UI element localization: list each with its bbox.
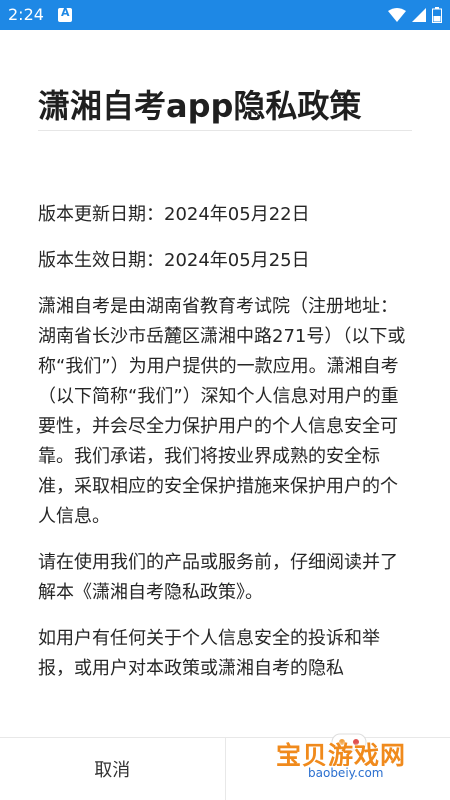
complaint-paragraph: 如用户有任何关于个人信息安全的投诉和举报，或用户对本政策或潇湘自考的隐私 [38,628,380,679]
cancel-button[interactable]: 取消 [0,738,225,800]
page-title: 潇湘自考app隐私政策 [38,87,362,125]
status-time: 2:24 [8,5,44,24]
policy-body: 版本更新日期：2024年05月22日 版本生效日期：2024年05月25日 潇湘… [38,200,414,700]
footer-actions: 取消 [0,737,450,800]
policy-content[interactable]: 潇湘自考app隐私政策 版本更新日期：2024年05月22日 版本生效日期：20… [0,30,450,737]
signal-icon [412,8,426,22]
title-divider [38,130,412,131]
agree-button[interactable] [226,738,450,800]
read-notice-paragraph: 请在使用我们的产品或服务前，仔细阅读并了解本《潇湘自考隐私政策》。 [38,552,398,603]
app-notification-icon [58,6,72,22]
update-date: 版本更新日期：2024年05月22日 [38,204,310,225]
intro-paragraph: 潇湘自考是由湖南省教育考试院（注册地址：湖南省长沙市岳麓区潇湘中路271号）（以… [38,296,406,527]
status-icons [388,6,442,24]
effective-date: 版本生效日期：2024年05月25日 [38,250,310,271]
battery-icon [432,7,442,23]
status-bar: 2:24 [0,0,450,30]
wifi-icon [388,8,406,22]
